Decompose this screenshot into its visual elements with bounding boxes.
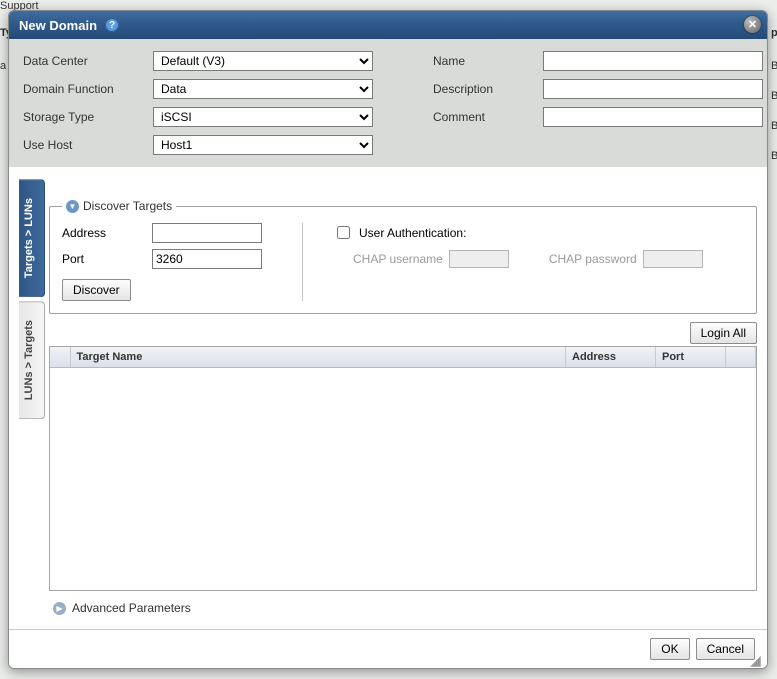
comment-input[interactable] [543, 107, 763, 127]
dialog-footer: OK Cancel ◢ [9, 629, 767, 668]
tab-targets-luns[interactable]: Targets > LUNs [19, 179, 45, 297]
col-address[interactable]: Address [566, 347, 656, 368]
domain-function-label: Domain Function [23, 82, 153, 96]
description-input[interactable] [543, 79, 763, 99]
col-expand [50, 347, 70, 368]
col-action [726, 347, 756, 368]
divider [302, 223, 303, 301]
storage-type-select[interactable]: iSCSI [153, 107, 373, 127]
port-input[interactable] [152, 249, 262, 269]
help-icon[interactable]: ? [105, 18, 119, 32]
chap-username-label: CHAP username [353, 252, 443, 266]
user-auth-label: User Authentication: [359, 226, 466, 240]
bg-b4: B [771, 150, 777, 162]
targets-table-wrap: Target Name Address Port [49, 346, 757, 591]
data-center-label: Data Center [23, 54, 153, 68]
dialog-titlebar: New Domain ? ✕ [9, 11, 767, 39]
bg-b1: B [771, 60, 777, 72]
login-all-button[interactable]: Login All [690, 322, 757, 344]
form-area: Data Center Default (V3) Name Domain Fun… [9, 39, 767, 167]
chap-password-input [643, 250, 703, 268]
name-label: Name [433, 54, 543, 68]
description-label: Description [433, 82, 543, 96]
use-host-label: Use Host [23, 138, 153, 152]
comment-label: Comment [433, 110, 543, 124]
tab-content: ▼ Discover Targets Address Port Discover [49, 179, 757, 619]
collapse-icon[interactable]: ▼ [66, 200, 79, 213]
dialog-title: New Domain [19, 18, 97, 33]
chap-username-input [449, 250, 509, 268]
discover-legend: ▼ Discover Targets [62, 199, 176, 213]
content-area: Targets > LUNs LUNs > Targets ▼ Discover… [9, 167, 767, 629]
port-label: Port [62, 252, 152, 266]
vertical-tabs: Targets > LUNs LUNs > Targets [19, 179, 45, 619]
storage-type-label: Storage Type [23, 110, 153, 124]
advanced-parameters-label: Advanced Parameters [72, 601, 191, 615]
address-label: Address [62, 226, 152, 240]
data-center-select[interactable]: Default (V3) [153, 51, 373, 71]
discover-button[interactable]: Discover [62, 279, 131, 301]
domain-function-select[interactable]: Data [153, 79, 373, 99]
discover-targets-fieldset: ▼ Discover Targets Address Port Discover [49, 199, 757, 314]
bg-b3: B [771, 120, 777, 132]
address-input[interactable] [152, 223, 262, 243]
col-target-name[interactable]: Target Name [70, 347, 566, 368]
table-header-row: Target Name Address Port [50, 347, 756, 368]
col-port[interactable]: Port [656, 347, 726, 368]
cancel-button[interactable]: Cancel [696, 638, 755, 660]
chap-password-label: CHAP password [549, 252, 637, 266]
tab-luns-targets[interactable]: LUNs > Targets [19, 301, 45, 419]
close-icon[interactable]: ✕ [744, 16, 761, 33]
discover-legend-text: Discover Targets [83, 199, 172, 213]
name-input[interactable] [543, 51, 763, 71]
user-auth-checkbox[interactable] [337, 226, 350, 239]
new-domain-dialog: New Domain ? ✕ Data Center Default (V3) … [8, 10, 768, 669]
bg-b2: B [771, 90, 777, 102]
use-host-select[interactable]: Host1 [153, 135, 373, 155]
bg-a: a [0, 60, 6, 72]
ok-button[interactable]: OK [650, 638, 689, 660]
chevron-right-icon: ▶ [53, 602, 66, 615]
targets-table: Target Name Address Port [50, 347, 756, 368]
bg-p: p [771, 27, 777, 39]
advanced-parameters-toggle[interactable]: ▶ Advanced Parameters [49, 591, 757, 619]
